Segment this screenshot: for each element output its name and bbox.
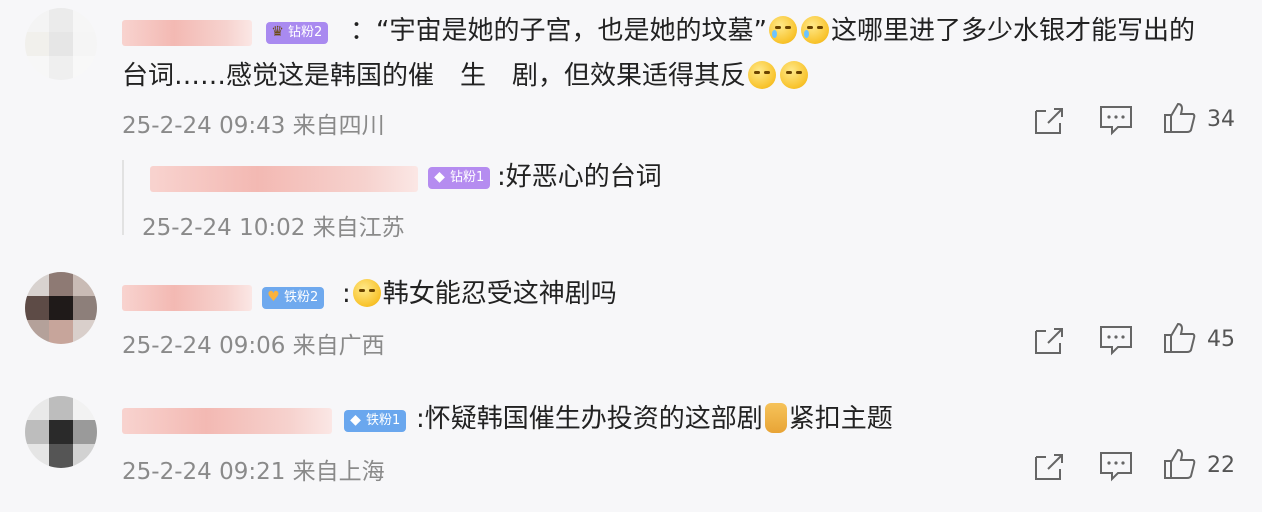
crown-icon: ♛ [271,24,284,40]
sad-face-emoji [352,279,381,307]
fan-badge: ◆ 铁粉1 [344,410,407,432]
thumbs-up-icon[interactable] [1162,101,1198,135]
avatar[interactable] [25,272,97,344]
comment-text: : 韩女能忍受这神剧吗 [342,273,617,316]
crying-face-emoji [768,16,797,44]
comment-text-body: 紧扣主题 [788,404,893,434]
reply-meta: 25-2-24 10:02 来自江苏 [142,215,405,241]
badge-label: 铁粉2 [284,290,319,305]
comment-meta: 25-2-24 09:21 来自上海 [122,459,385,485]
badge-label: 钻粉2 [288,25,323,40]
like-count: 34 [1207,107,1235,132]
comment-text: 台词……感觉这是韩国的催 生 剧，但效果适得其反 [122,61,747,91]
share-icon[interactable] [1032,323,1068,357]
comment-meta: 25-2-24 09:43 来自四川 [122,113,385,139]
comment-text-line-1: ：“宇宙是她的子宫，也是她的坟墓” 这哪里进了多少水银才能写出的 [350,10,1195,53]
comment-meta: 25-2-24 09:06 来自广西 [122,333,385,359]
laughing-crying-face-emoji [748,61,777,89]
share-icon[interactable] [1032,449,1068,483]
share-icon[interactable] [1032,103,1068,137]
username-blurred[interactable] [150,166,418,192]
comment-prefix: : [342,279,351,309]
username-blurred[interactable] [122,285,252,311]
comment-text-line-2: 台词……感觉这是韩国的催 生 剧，但效果适得其反 [122,55,810,98]
comment-text: 这哪里进了多少水银才能写出的 [830,16,1195,46]
comment-icon[interactable] [1098,449,1134,483]
thumbs-up-icon[interactable] [1162,447,1198,481]
thumbs-up-emoji [764,403,787,433]
comment-text: ：“宇宙是她的子宫，也是她的坟墓” [350,16,767,46]
badge-label: 钻粉1 [450,170,485,185]
like-count: 45 [1207,327,1235,352]
username-blurred[interactable] [122,408,332,434]
laughing-crying-face-emoji [780,61,809,89]
avatar[interactable] [25,8,97,80]
username-blurred[interactable] [122,20,252,46]
fan-badge: ◆ 钻粉1 [428,167,491,189]
reply-text: :好恶心的台词 [497,162,662,192]
reply-divider [122,160,124,235]
comment-text-body: 韩女能忍受这神剧吗 [382,279,617,309]
comment-text-body: :怀疑韩国催生办投资的这部剧 [416,404,763,434]
comment-icon[interactable] [1098,103,1134,137]
thumbs-up-icon[interactable] [1162,321,1198,355]
diamond-icon: ◆ [434,169,445,185]
comment-text: :怀疑韩国催生办投资的这部剧 紧扣主题 [416,398,893,441]
comment-icon[interactable] [1098,323,1134,357]
crying-face-emoji [800,16,829,44]
fire-icon: ♥ [267,289,280,305]
avatar[interactable] [25,396,97,468]
diamond-icon: ◆ [350,412,361,428]
badge-label: 铁粉1 [366,413,401,428]
fan-badge: ♥ 铁粉2 [262,287,325,309]
like-count: 22 [1207,453,1235,478]
fan-badge: ♛ 钻粉2 [266,22,329,44]
